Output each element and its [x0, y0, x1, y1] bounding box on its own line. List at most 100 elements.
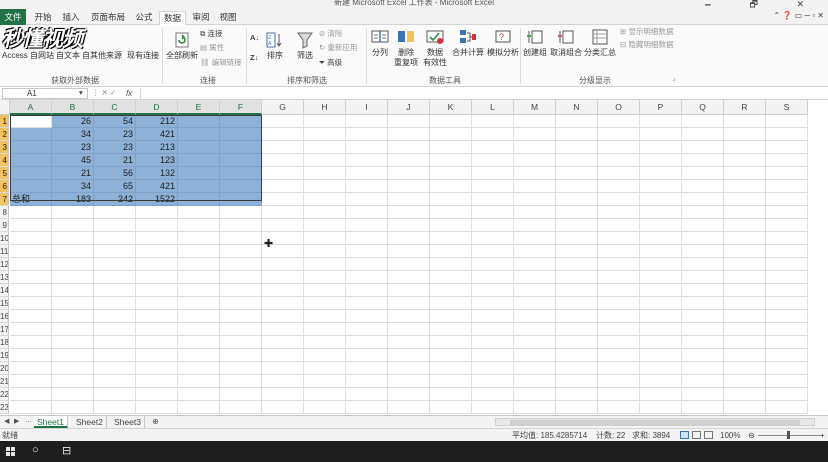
cell[interactable]: [598, 180, 640, 193]
existing-connections-button[interactable]: 现有连接: [126, 51, 160, 61]
cell[interactable]: [262, 375, 304, 388]
column-header[interactable]: I: [346, 100, 388, 115]
cell[interactable]: [556, 206, 598, 219]
column-header[interactable]: A: [10, 100, 52, 115]
cell[interactable]: [52, 245, 94, 258]
cell[interactable]: [556, 180, 598, 193]
data-validation-button[interactable]: 数据 有效性: [420, 28, 450, 68]
cell[interactable]: [556, 375, 598, 388]
cell[interactable]: [724, 128, 766, 141]
cell[interactable]: [10, 271, 52, 284]
cell[interactable]: [598, 323, 640, 336]
cell[interactable]: [10, 310, 52, 323]
row-header[interactable]: 16: [0, 310, 9, 323]
cell[interactable]: [640, 141, 682, 154]
cell[interactable]: [640, 232, 682, 245]
cell[interactable]: [388, 388, 430, 401]
zoom-out-icon[interactable]: ⊖: [748, 430, 755, 441]
cell[interactable]: [346, 297, 388, 310]
cell[interactable]: [724, 206, 766, 219]
cell[interactable]: [10, 154, 52, 167]
cell[interactable]: [430, 297, 472, 310]
cell[interactable]: [472, 323, 514, 336]
cell[interactable]: [682, 388, 724, 401]
cell[interactable]: [682, 297, 724, 310]
cell[interactable]: [766, 206, 808, 219]
cell[interactable]: [724, 167, 766, 180]
cell[interactable]: [430, 362, 472, 375]
cell[interactable]: [10, 388, 52, 401]
cell[interactable]: [640, 349, 682, 362]
cell[interactable]: [598, 206, 640, 219]
from-text-button[interactable]: 自文本: [56, 51, 80, 61]
cell[interactable]: [766, 128, 808, 141]
cell[interactable]: [514, 323, 556, 336]
cell[interactable]: [10, 245, 52, 258]
cell[interactable]: [514, 167, 556, 180]
cell[interactable]: [724, 401, 766, 414]
cell[interactable]: [598, 258, 640, 271]
cell[interactable]: [52, 297, 94, 310]
cell[interactable]: [766, 375, 808, 388]
from-other-button[interactable]: 自其他来源: [81, 51, 123, 61]
row-header[interactable]: 13: [0, 271, 9, 284]
formula-input[interactable]: [140, 88, 824, 99]
cell[interactable]: [136, 336, 178, 349]
cell[interactable]: [682, 349, 724, 362]
cell[interactable]: [724, 284, 766, 297]
cell[interactable]: [640, 180, 682, 193]
cell[interactable]: [430, 375, 472, 388]
cell[interactable]: 23: [52, 141, 94, 154]
cell[interactable]: [430, 141, 472, 154]
cell[interactable]: [10, 349, 52, 362]
cell[interactable]: [136, 388, 178, 401]
cell[interactable]: [220, 284, 262, 297]
cell[interactable]: [598, 388, 640, 401]
cell[interactable]: [640, 245, 682, 258]
cell[interactable]: [598, 271, 640, 284]
cell[interactable]: [94, 206, 136, 219]
cell[interactable]: [472, 284, 514, 297]
cell[interactable]: [178, 180, 220, 193]
cell[interactable]: [220, 115, 262, 128]
cell[interactable]: [304, 297, 346, 310]
cell[interactable]: [262, 154, 304, 167]
cell[interactable]: [178, 375, 220, 388]
cell[interactable]: [262, 388, 304, 401]
cell[interactable]: [388, 206, 430, 219]
cell[interactable]: [766, 219, 808, 232]
cell[interactable]: [430, 219, 472, 232]
row-header[interactable]: 22: [0, 388, 9, 401]
cell[interactable]: [262, 128, 304, 141]
cell[interactable]: [346, 167, 388, 180]
cell[interactable]: [682, 193, 724, 206]
cell[interactable]: [52, 271, 94, 284]
cell[interactable]: [640, 401, 682, 414]
cell[interactable]: 21: [94, 154, 136, 167]
cell[interactable]: [724, 245, 766, 258]
clear-filter-button[interactable]: ⊘ 清除: [319, 29, 342, 39]
cell[interactable]: [94, 349, 136, 362]
cell[interactable]: [556, 128, 598, 141]
cell[interactable]: [514, 206, 556, 219]
cell[interactable]: [556, 219, 598, 232]
cell[interactable]: [766, 245, 808, 258]
cell[interactable]: [304, 154, 346, 167]
cell[interactable]: [556, 388, 598, 401]
zoom-slider-thumb[interactable]: [787, 431, 790, 439]
row-header[interactable]: 18: [0, 336, 9, 349]
row-header[interactable]: 14: [0, 284, 9, 297]
cell[interactable]: [304, 375, 346, 388]
cell[interactable]: 26: [52, 115, 94, 128]
sheet-nav-more-icon[interactable]: …: [25, 417, 32, 424]
cell[interactable]: 213: [136, 141, 178, 154]
cell[interactable]: [94, 336, 136, 349]
cell[interactable]: [304, 388, 346, 401]
cell[interactable]: [682, 167, 724, 180]
tab-data[interactable]: 数据: [159, 11, 186, 26]
cell[interactable]: [430, 245, 472, 258]
name-box-dropdown-icon[interactable]: ▾: [79, 88, 83, 98]
cell[interactable]: [514, 375, 556, 388]
cell[interactable]: [94, 245, 136, 258]
cell[interactable]: [388, 141, 430, 154]
